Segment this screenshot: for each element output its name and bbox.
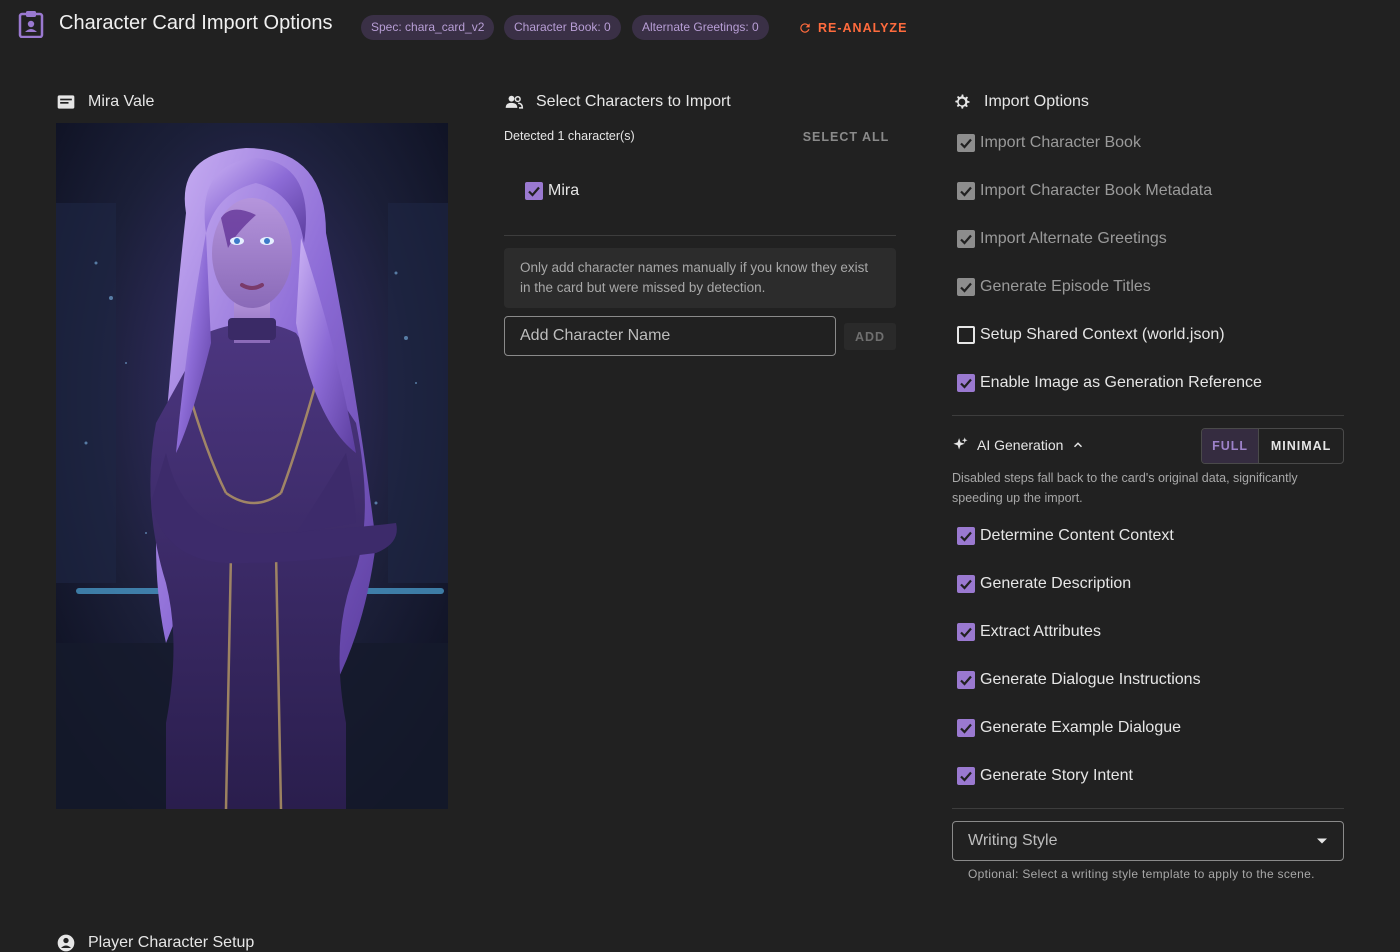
re-analyze-button[interactable]: RE-ANALYZE xyxy=(798,17,907,39)
generate-dialogue-instructions-label: Generate Dialogue Instructions xyxy=(980,671,1201,688)
generate-example-dialogue-label: Generate Example Dialogue xyxy=(980,719,1182,736)
writing-style-label: Writing Style xyxy=(968,832,1058,849)
re-analyze-label: RE-ANALYZE xyxy=(818,21,908,35)
app-header: Character Card Import Options Spec: char… xyxy=(0,0,1400,54)
determine-content-context-label: Determine Content Context xyxy=(980,527,1174,544)
character-name: Mira Vale xyxy=(88,93,155,110)
mode-minimal-button[interactable]: MINIMAL xyxy=(1259,429,1343,463)
extract-attributes-label: Extract Attributes xyxy=(980,623,1101,640)
alternate-greetings-chip: Alternate Greetings: 0 xyxy=(632,15,769,40)
sparkle-icon xyxy=(953,437,968,450)
import-book-metadata-label: Import Character Book Metadata xyxy=(980,182,1213,199)
import-options-title: Import Options xyxy=(984,93,1089,110)
gear-icon xyxy=(955,94,970,109)
import-character-book-checkbox[interactable] xyxy=(957,134,975,152)
import-book-metadata-checkbox[interactable] xyxy=(957,182,975,200)
generate-dialogue-instructions-checkbox[interactable] xyxy=(957,671,975,689)
caret-down-icon xyxy=(1317,838,1327,844)
import-options-heading: Import Options xyxy=(952,92,1089,112)
image-generation-reference-checkbox[interactable] xyxy=(957,374,975,392)
ai-generation-description: Disabled steps fall back to the card's o… xyxy=(952,471,1298,505)
import-alternate-greetings-checkbox[interactable] xyxy=(957,230,975,248)
divider xyxy=(952,808,1344,809)
generate-story-intent-label: Generate Story Intent xyxy=(980,767,1133,784)
player-character-title: Player Character Setup xyxy=(88,934,255,951)
account-group-icon xyxy=(505,95,524,109)
generate-episode-titles-checkbox[interactable] xyxy=(957,278,975,296)
player-character-heading: Player Character Setup xyxy=(56,933,254,952)
writing-style-select[interactable]: Writing Style xyxy=(952,821,1344,861)
character-checkbox-mira[interactable] xyxy=(525,182,543,200)
determine-content-context-checkbox[interactable] xyxy=(957,527,975,545)
generate-description-label: Generate Description xyxy=(980,575,1132,592)
character-book-chip: Character Book: 0 xyxy=(504,15,621,40)
generate-story-intent-checkbox[interactable] xyxy=(957,767,975,785)
page-title: Character Card Import Options xyxy=(59,12,333,34)
generation-mode-toggle: FULL MINIMAL xyxy=(1201,428,1344,464)
writing-style-helper: Optional: Select a writing style templat… xyxy=(968,867,1315,881)
mode-full-button[interactable]: FULL xyxy=(1202,429,1260,463)
account-circle-icon xyxy=(57,934,75,952)
generate-episode-titles-label: Generate Episode Titles xyxy=(980,278,1151,295)
detected-count: Detected 1 character(s) xyxy=(504,129,635,143)
extract-attributes-checkbox[interactable] xyxy=(957,623,975,641)
select-characters-title: Select Characters to Import xyxy=(536,93,731,110)
refresh-icon xyxy=(800,23,810,33)
add-character-name-input[interactable] xyxy=(504,316,836,356)
select-characters-heading: Select Characters to Import xyxy=(504,92,731,112)
manual-add-note: Only add character names manually if you… xyxy=(504,248,896,308)
ai-generation-toggle[interactable]: AI Generation xyxy=(952,436,1085,453)
ai-generation-title: AI Generation xyxy=(977,436,1064,453)
character-name-heading: Mira Vale xyxy=(56,92,154,112)
character-portrait xyxy=(56,123,448,809)
select-all-button[interactable]: SELECT ALL xyxy=(797,127,895,147)
generate-example-dialogue-checkbox[interactable] xyxy=(957,719,975,737)
spec-chip: Spec: chara_card_v2 xyxy=(361,15,495,40)
clipboard-account-icon xyxy=(18,10,44,39)
setup-shared-context-label: Setup Shared Context (world.json) xyxy=(980,326,1225,343)
import-character-book-label: Import Character Book xyxy=(980,134,1141,151)
chevron-up-icon xyxy=(1074,441,1083,447)
import-alternate-greetings-label: Import Alternate Greetings xyxy=(980,230,1167,247)
character-label-mira: Mira xyxy=(548,182,580,199)
divider xyxy=(952,415,1344,416)
generate-description-checkbox[interactable] xyxy=(957,575,975,593)
setup-shared-context-checkbox[interactable] xyxy=(957,326,975,344)
image-generation-reference-label: Enable Image as Generation Reference xyxy=(980,374,1262,391)
id-card-icon xyxy=(57,95,75,109)
add-character-button[interactable]: ADD xyxy=(844,323,896,350)
divider xyxy=(504,235,896,236)
